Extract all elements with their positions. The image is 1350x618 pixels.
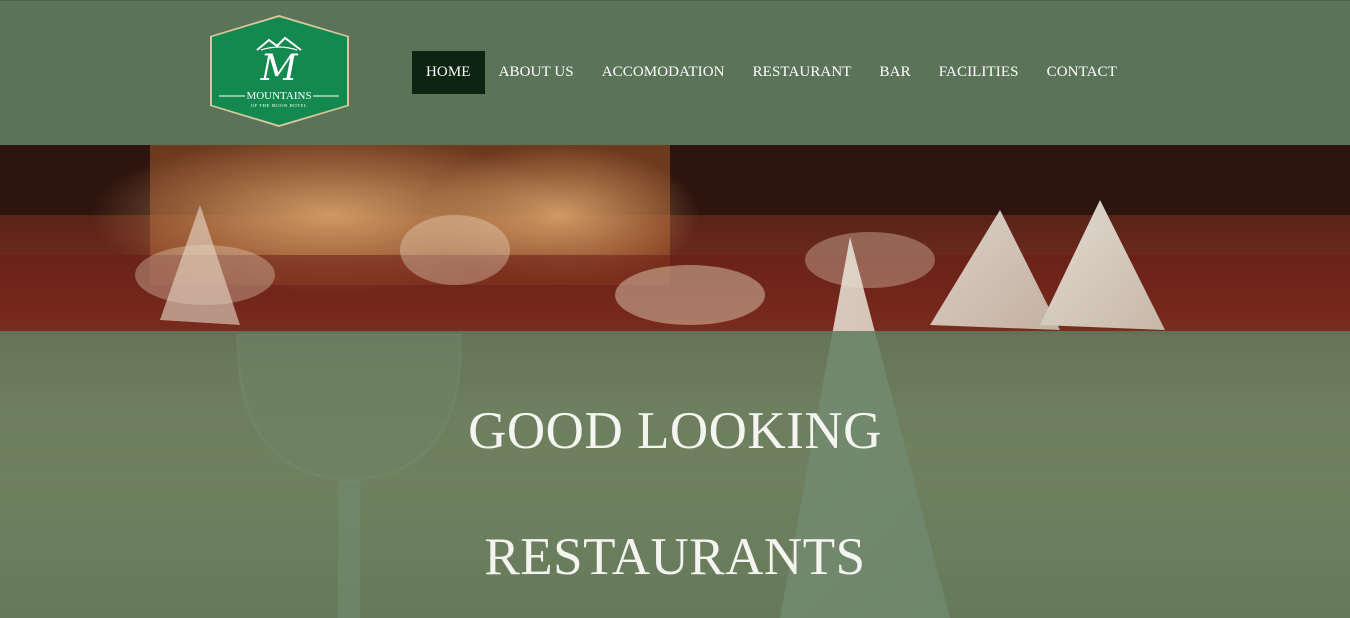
main-nav: HOME ABOUT US ACCOMODATION RESTAURANT BA… bbox=[412, 51, 1131, 94]
hotel-logo[interactable]: M MOUNTAINS OF THE MOON HOTEL bbox=[207, 14, 352, 128]
nav-facilities[interactable]: FACILITIES bbox=[925, 51, 1033, 94]
hero-heading-line-1: GOOD LOOKING bbox=[468, 402, 882, 460]
nav-about-us[interactable]: ABOUT US bbox=[485, 51, 588, 94]
logo-badge-icon: M MOUNTAINS OF THE MOON HOTEL bbox=[210, 15, 349, 127]
logo-tagline: OF THE MOON HOTEL bbox=[251, 103, 308, 108]
site-header: M MOUNTAINS OF THE MOON HOTEL HOME ABOUT… bbox=[0, 0, 1350, 145]
nav-home[interactable]: HOME bbox=[412, 51, 485, 94]
hero-heading-line-2: RESTAURANTS bbox=[484, 528, 866, 586]
hero-banner: GOOD LOOKING RESTAURANTS bbox=[0, 145, 1350, 618]
logo-monogram: M bbox=[260, 48, 299, 89]
nav-bar[interactable]: BAR bbox=[866, 51, 925, 94]
nav-accomodation[interactable]: ACCOMODATION bbox=[588, 51, 739, 94]
logo-name: MOUNTAINS bbox=[246, 90, 311, 102]
nav-restaurant[interactable]: RESTAURANT bbox=[739, 51, 866, 94]
nav-contact[interactable]: CONTACT bbox=[1033, 51, 1131, 94]
